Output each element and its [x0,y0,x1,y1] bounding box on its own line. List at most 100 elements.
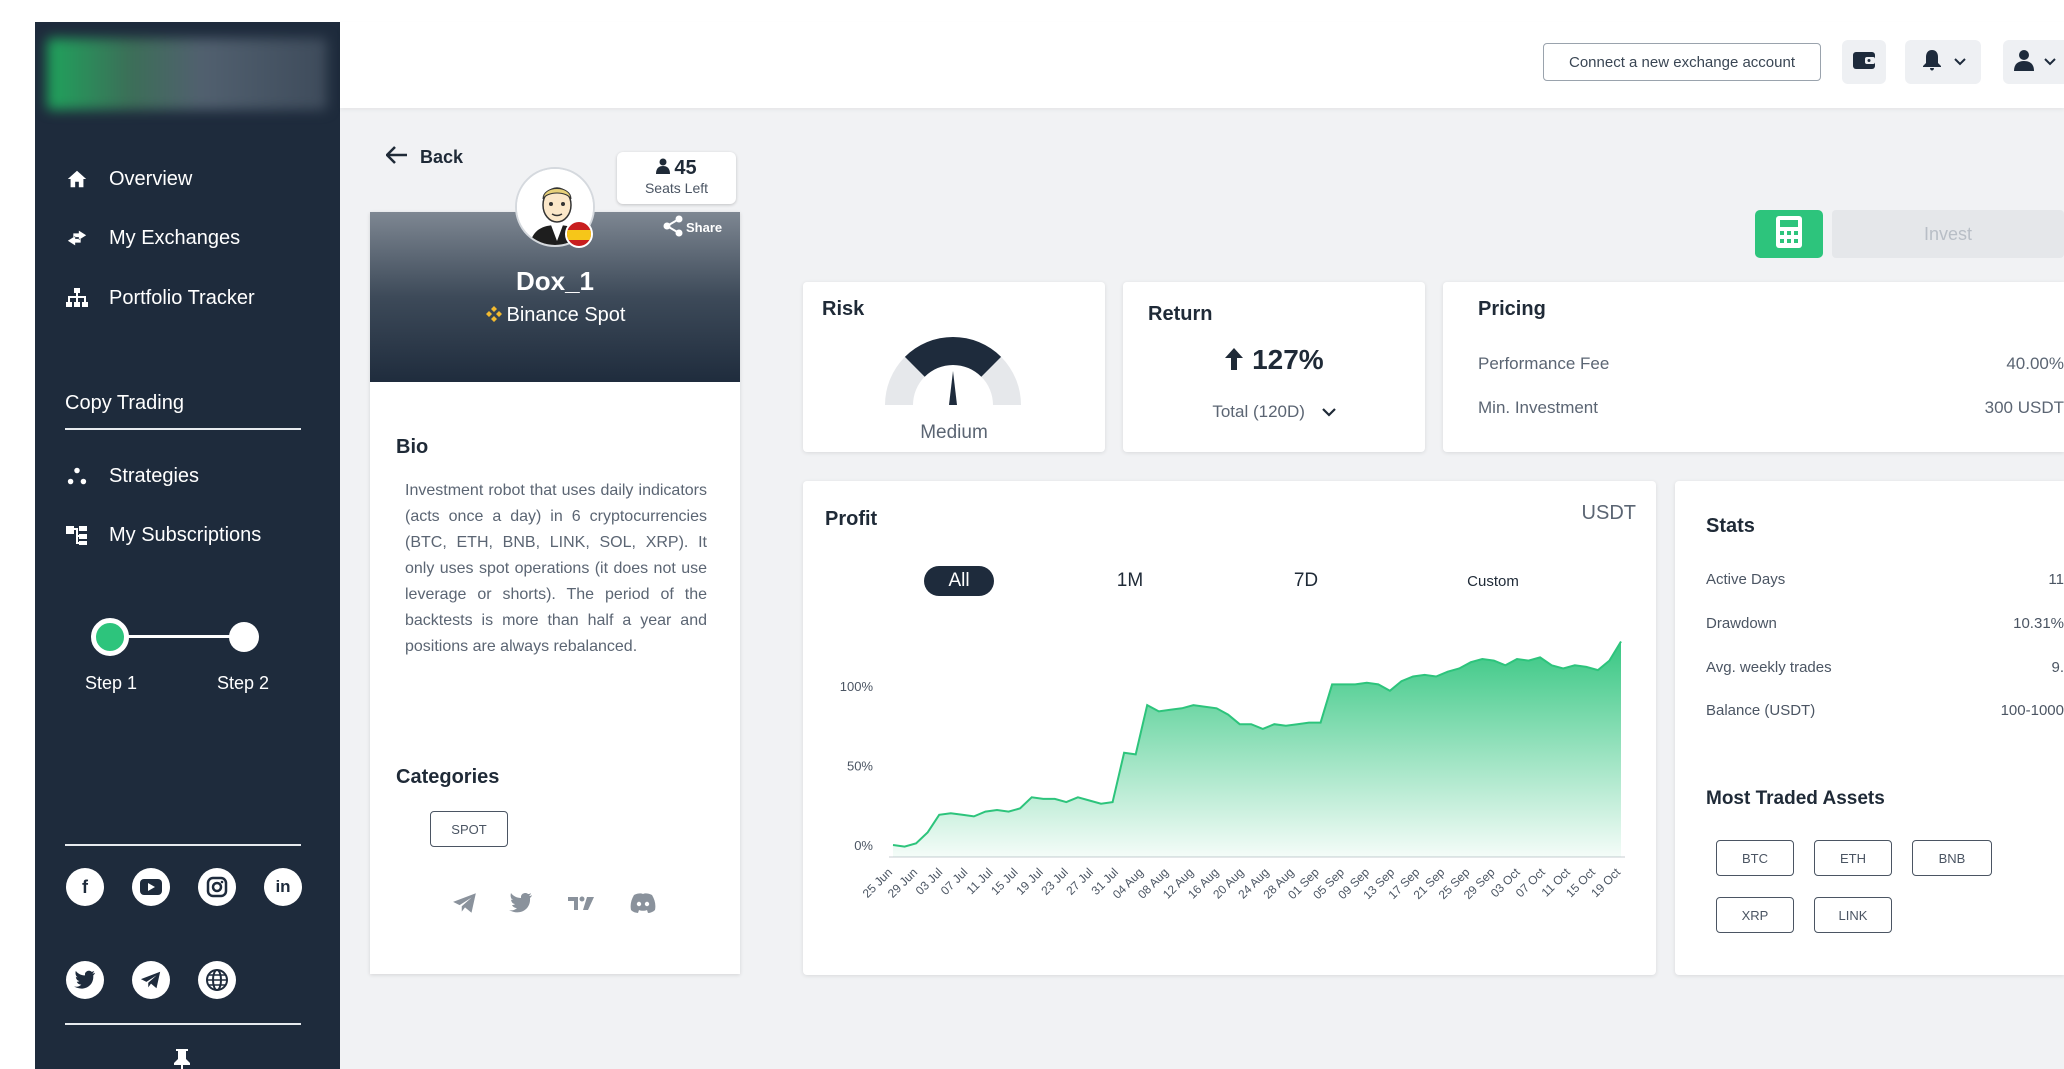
drawdown-value: 10.31% [2013,615,2064,632]
user-icon [2012,48,2036,77]
seats-count: 45 [674,157,697,179]
sidebar-item-my-subscriptions[interactable]: My Subscriptions [65,519,261,551]
wallet-icon [1852,49,1876,76]
risk-title: Risk [822,298,865,320]
back-link[interactable]: Back [385,146,463,169]
x-tick-label: 27 Jul [1063,865,1096,898]
avg-weekly-trades-label: Avg. weekly trades [1706,659,1832,676]
twitter-icon[interactable] [66,961,104,999]
min-investment-value: 300 USDT [1984,398,2064,417]
risk-level: Medium [920,422,988,443]
notifications-button[interactable] [1905,40,1981,84]
return-title: Return [1148,303,1213,325]
home-icon [65,167,89,191]
profit-chart: 0%50%100%25 Jun29 Jun03 Jul07 Jul11 Jul1… [840,640,1625,902]
x-tick-label: 11 Jul [964,865,996,897]
pin-icon[interactable] [172,1047,192,1069]
stats-title: Stats [1706,515,1755,537]
share-label: Share [686,220,723,235]
x-tick-label: 19 Jul [1013,865,1046,898]
bell-icon [1920,48,1944,77]
return-period-select[interactable]: Total (120D) [1123,402,1425,422]
range-tab-custom[interactable]: Custom [1453,566,1533,596]
balance-label: Balance (USDT) [1706,702,1816,719]
step-1-label: Step 1 [85,673,138,693]
bio-title: Bio [396,436,429,458]
range-tab-all[interactable]: All [924,566,994,596]
return-value-row: 127% [1123,344,1425,376]
step-1-dot[interactable] [91,618,129,656]
asset-tag-link[interactable]: LINK [1814,897,1892,933]
linkedin-icon[interactable]: in [264,868,302,906]
wallet-button[interactable] [1842,40,1886,84]
globe-icon[interactable] [198,961,236,999]
tradingview-icon[interactable] [566,888,596,918]
sidebar-item-label: My Exchanges [109,226,241,249]
sidebar: Overview My Exchanges Portfolio Tracker … [35,22,340,1069]
arrow-up-icon [1225,348,1244,370]
performance-fee-label: Performance Fee [1478,354,1610,373]
step-2-dot[interactable] [229,622,259,652]
profit-area [893,641,1621,857]
calculator-button[interactable] [1755,210,1823,258]
x-tick-label: 23 Jul [1038,865,1071,898]
share-icon [662,215,684,240]
x-tick-label: 07 Jul [938,865,971,898]
x-tick-label: 19 Oct [1588,865,1623,900]
seats-label: Seats Left [644,180,709,196]
x-tick-label: 15 Jul [988,865,1021,898]
chevron-down-icon [1954,53,1966,71]
active-days-value: 11 [2048,571,2064,588]
range-tab-7d[interactable]: 7D [1281,566,1331,596]
sidebar-item-my-exchanges[interactable]: My Exchanges [65,222,240,254]
sidebar-item-label: Strategies [109,464,200,487]
hierarchy-icon [65,286,89,310]
chevron-down-icon [2043,53,2056,71]
instagram-icon[interactable] [198,868,236,906]
avg-weekly-trades-value: 9. [2051,659,2064,676]
share-button[interactable]: Share [662,215,722,240]
calculator-icon [1775,215,1803,254]
telegram-icon[interactable] [450,888,480,918]
most-traded-title: Most Traded Assets [1706,788,1885,809]
subscriptions-icon [65,523,89,547]
sidebar-item-portfolio-tracker[interactable]: Portfolio Tracker [65,282,255,314]
balance-value: 100-1000 [2000,702,2064,719]
y-tick-label: 50% [847,759,873,774]
social-divider-bottom [65,1023,301,1025]
user-menu-button[interactable] [2003,40,2064,84]
exchange-name: Binance Spot [506,304,626,326]
telegram-icon[interactable] [132,961,170,999]
performance-fee-value: 40.00% [2006,354,2064,373]
brand-logo[interactable] [47,38,327,110]
risk-card: Risk Medium [803,282,1105,452]
sidebar-item-overview[interactable]: Overview [65,163,192,195]
y-tick-label: 0% [854,838,873,853]
active-days-label: Active Days [1706,571,1786,588]
asset-tag-xrp[interactable]: XRP [1716,897,1794,933]
arrow-left-icon [385,146,408,169]
facebook-icon[interactable]: f [66,868,104,906]
drawdown-label: Drawdown [1706,615,1777,632]
sidebar-item-label: Overview [109,167,193,190]
asset-tag-btc[interactable]: BTC [1716,840,1794,876]
seats-count-row: 45 [617,157,736,180]
exchange-icon [65,226,89,250]
asset-tag-eth[interactable]: ETH [1814,840,1892,876]
profit-currency: USDT [1581,502,1636,524]
sidebar-item-strategies[interactable]: Strategies [65,460,199,492]
asset-tag-bnb[interactable]: BNB [1912,840,1992,876]
category-tag[interactable]: SPOT [430,811,508,847]
connect-exchange-button[interactable]: Connect a new exchange account [1543,43,1821,81]
section-title-copy-trading: Copy Trading [65,392,184,414]
pricing-card: Pricing Performance Fee 40.00% Min. Inve… [1443,282,2064,452]
discord-icon[interactable] [628,888,658,918]
return-card: Return 127% Total (120D) [1123,282,1425,452]
twitter-icon[interactable] [506,888,536,918]
invest-button[interactable]: Invest [1832,210,2064,258]
youtube-icon[interactable] [132,868,170,906]
social-divider-top [65,844,301,846]
range-tab-1m[interactable]: 1M [1105,566,1155,596]
binance-icon [485,306,502,322]
spain-flag-icon [565,220,593,248]
